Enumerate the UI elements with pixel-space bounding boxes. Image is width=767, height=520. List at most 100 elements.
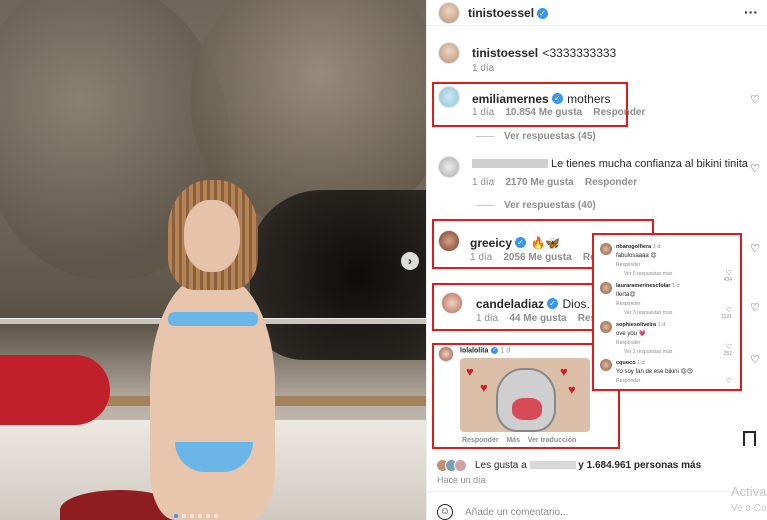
comment-time: 1 día <box>476 313 499 324</box>
verified-icon: ✓ <box>537 8 549 20</box>
comment-avatar[interactable] <box>600 359 612 371</box>
comment-username[interactable]: greeicy <box>470 236 512 250</box>
heart-icon[interactable]: ♡ <box>726 306 732 314</box>
comment-line: emiliamernes ✓ mothers <box>472 90 611 108</box>
bookmark-icon[interactable] <box>743 431 756 446</box>
more-button[interactable]: Más <box>506 437 520 444</box>
comment-time: 1 d <box>657 322 666 328</box>
comment-avatar[interactable] <box>600 321 612 333</box>
comment-line: lolalolita ✓ 1 d <box>460 347 510 354</box>
caption-avatar[interactable] <box>438 42 460 64</box>
comment-avatar[interactable] <box>438 86 460 108</box>
comment-avatar[interactable] <box>438 346 454 362</box>
blurred-username <box>472 159 548 168</box>
comment-username[interactable]: sophiesoliveira 1 d <box>616 322 665 328</box>
view-replies[interactable]: Ver 3 respuestas más <box>624 310 672 316</box>
comment-text: Le tienes mucha confianza al bikini tini… <box>551 158 748 170</box>
liker-avatars <box>436 459 467 472</box>
comment-text: mothers <box>567 92 611 106</box>
view-replies[interactable]: Ver respuestas (40) <box>476 200 596 211</box>
comment-likes[interactable]: 2056 Me gusta <box>503 252 571 263</box>
reply-button[interactable]: Responder <box>616 378 640 384</box>
reply-button[interactable]: Responder <box>616 262 640 268</box>
translation-button[interactable]: Ver traducción <box>528 437 577 444</box>
comments-popup: nbarogolfiera 1 d fabulosaaaa 😍 Responde… <box>592 233 742 391</box>
view-replies[interactable]: Ver 2 respuestas más <box>624 349 672 355</box>
comment-avatar[interactable] <box>441 292 463 314</box>
caption: tinistoessel <3333333333 <box>472 44 616 62</box>
comment-time: 1 d <box>500 347 511 355</box>
heart-icon[interactable]: ♡ <box>750 301 760 314</box>
comment-username[interactable]: nbarogolfiera 1 d <box>616 244 660 250</box>
comment-username[interactable]: cquoco 1 d <box>616 360 645 366</box>
post-time: Hace un día <box>437 475 486 485</box>
author-name-text: tinistoessel <box>468 6 535 20</box>
heart-icon[interactable]: ♡ <box>750 353 760 366</box>
caption-text: <3333333333 <box>542 46 617 60</box>
comment-time: 1 día <box>470 252 493 263</box>
view-replies[interactable]: Ver 5 respuestas más <box>624 271 672 277</box>
heart-icon[interactable]: ♡ <box>726 377 732 385</box>
comment-time: 1 día <box>472 107 495 118</box>
likes-prefix: Les gusta a <box>475 460 527 471</box>
view-replies[interactable]: Ver respuestas (45) <box>476 131 596 142</box>
verified-icon: ✓ <box>551 93 563 105</box>
comment-time: 1 d <box>652 244 661 250</box>
comment-avatar[interactable] <box>600 243 612 255</box>
divider <box>476 135 494 137</box>
heart-icon[interactable]: ♡ <box>726 343 732 351</box>
comment-avatar[interactable] <box>438 156 460 178</box>
username-text: lauraramerinescfolar <box>616 283 671 289</box>
reply-button[interactable]: Responder <box>616 301 640 307</box>
reply-button[interactable]: Responder <box>616 340 640 346</box>
comment-placeholder: Añade un comentario... <box>465 507 569 518</box>
comment-time: 1 día <box>472 177 495 188</box>
carousel-dot <box>182 514 186 518</box>
post-photo[interactable]: › <box>0 0 426 520</box>
carousel-dot <box>190 514 194 518</box>
reply-button[interactable]: Responder <box>593 107 645 118</box>
heart-icon[interactable]: ♡ <box>750 162 760 175</box>
comment-likes[interactable]: 2170 Me gusta <box>505 177 573 188</box>
carousel-dot <box>206 514 210 518</box>
bikini-top <box>168 312 258 326</box>
view-replies-label: Ver respuestas (40) <box>504 200 596 211</box>
comment-username[interactable]: lauraramerinescfolar 1 d <box>616 283 680 289</box>
comment-meta: Responder Más Ver traducción <box>462 437 576 444</box>
activation-watermark-sub: Ve a Co <box>731 503 767 514</box>
username-text: sophiesoliveira <box>616 322 657 328</box>
person-face <box>184 200 240 272</box>
heart-icon: ♥ <box>568 382 576 397</box>
comment-username[interactable]: lolalolita <box>460 347 488 354</box>
comment-avatar[interactable] <box>438 230 460 252</box>
reply-button[interactable]: Responder <box>585 177 637 188</box>
chevron-right-icon[interactable]: › <box>401 252 419 270</box>
likes-summary[interactable]: Les gusta a y 1.684.961 personas más <box>475 460 701 471</box>
carousel-dot <box>214 514 218 518</box>
cartoon-mouth <box>512 398 542 420</box>
heart-icon[interactable]: ♡ <box>726 269 732 277</box>
comment-likes[interactable]: 44 Me gusta <box>509 313 566 324</box>
comment-avatar[interactable] <box>600 282 612 294</box>
comment-text: fabulosaaaa 😍 <box>616 253 657 259</box>
more-icon[interactable]: ··· <box>744 4 758 20</box>
heart-icon[interactable]: ♡ <box>750 242 760 255</box>
reply-button[interactable]: Responder <box>462 437 499 444</box>
comment-input[interactable]: Añade un comentario... <box>465 507 568 518</box>
comment-line: greeicy ✓ 🔥🦋 <box>470 234 560 252</box>
author-avatar[interactable] <box>438 2 460 24</box>
comment-username[interactable]: candeladiaz <box>476 297 544 311</box>
comment-text: 🔥🦋 <box>530 236 561 250</box>
heart-icon: ♥ <box>480 380 488 395</box>
author-username[interactable]: tinistoessel ✓ <box>468 6 549 20</box>
emoji-icon[interactable]: ☺ <box>437 504 453 520</box>
like-count: 434 <box>723 277 732 283</box>
caption-username[interactable]: tinistoessel <box>472 46 538 60</box>
gif-sticker[interactable]: ♥ ♥ ♥ ♥ <box>460 358 590 432</box>
comment-username[interactable]: emiliamernes <box>472 92 549 106</box>
comment-likes[interactable]: 10.854 Me gusta <box>505 107 582 118</box>
heart-icon[interactable]: ♡ <box>750 93 760 106</box>
comment-time: 1 d <box>671 283 680 289</box>
blurred-username <box>529 461 576 470</box>
comment-text: Yo soy fan de ese bikini 😍😍 <box>616 369 693 375</box>
